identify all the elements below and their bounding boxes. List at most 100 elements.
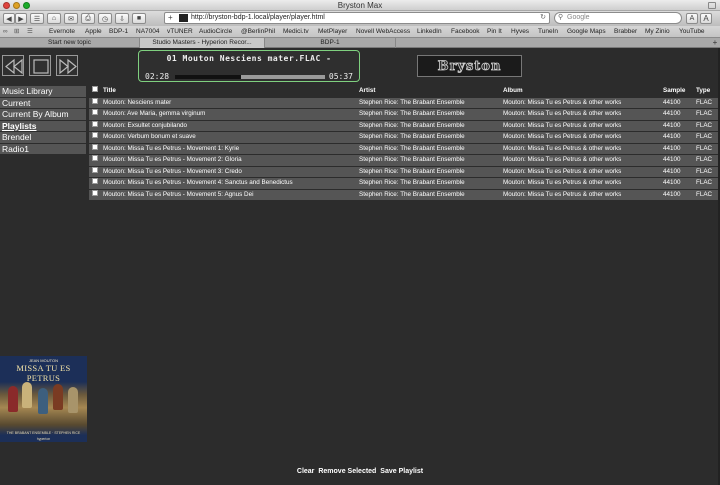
bookmark-item[interactable]: AudioCircle: [199, 26, 232, 37]
table-row[interactable]: Mouton: Exsultet conjubilando Stephen Ric…: [89, 120, 720, 132]
table-row[interactable]: Mouton: Missa Tu es Petrus - Movement 5:…: [89, 189, 720, 201]
bookmark-item[interactable]: Hyves: [511, 26, 529, 37]
track-checkbox[interactable]: [92, 178, 98, 184]
bookmark-item[interactable]: vTUNER: [167, 26, 193, 37]
forward-button[interactable]: ▶: [15, 13, 27, 24]
cell-title: Mouton: Verbum bonum et suave: [103, 133, 196, 140]
header-album[interactable]: Album: [503, 86, 658, 97]
track-checkbox[interactable]: [92, 189, 98, 196]
sidebar-bookmarks-icon[interactable]: ☰: [30, 13, 44, 24]
track-checkbox[interactable]: [92, 120, 98, 127]
header-artist[interactable]: Artist: [359, 86, 499, 97]
text-smaller-button[interactable]: A: [686, 13, 698, 24]
previous-track-button[interactable]: [2, 55, 24, 76]
table-row[interactable]: Mouton: Missa Tu es Petrus - Movement 2:…: [89, 155, 720, 167]
bookmark-item[interactable]: NA7004: [136, 26, 160, 37]
address-bar[interactable]: + http://bryston-bdp-1.local/player/play…: [164, 12, 550, 24]
bookmark-item[interactable]: Novell WebAccess: [356, 26, 410, 37]
bookmark-item[interactable]: Brabber: [614, 26, 637, 37]
tab-studio-masters[interactable]: Studio Masters - Hyperion Recor...: [140, 38, 265, 48]
track-checkbox[interactable]: [92, 109, 98, 115]
stop-button[interactable]: [29, 55, 51, 76]
fullscreen-icon[interactable]: [708, 2, 716, 9]
cell-title: Mouton: Missa Tu es Petrus - Movement 1:…: [103, 144, 240, 152]
select-all-checkbox[interactable]: [92, 86, 98, 92]
url-text[interactable]: http://bryston-bdp-1.local/player/player…: [191, 14, 325, 21]
track-checkbox[interactable]: [92, 97, 98, 104]
cell-album: Mouton: Missa Tu es Petrus & other works: [503, 179, 622, 186]
save-playlist-button[interactable]: Save Playlist: [380, 468, 423, 475]
sidebar-item-current-by-album[interactable]: Current By Album: [0, 109, 86, 121]
header-type[interactable]: Type: [696, 86, 720, 97]
cover-figure: [68, 387, 78, 413]
track-checkbox[interactable]: [92, 166, 98, 173]
bookmarks-bar: ∞ ⊞ ☰ Evernote Apple BDP-1 NA7004 vTUNER…: [0, 26, 720, 37]
mail-icon[interactable]: ✉: [64, 13, 78, 24]
new-tab-icon[interactable]: +: [710, 38, 720, 48]
cell-type: FLAC: [696, 190, 713, 198]
bookmark-item[interactable]: Apple: [85, 26, 102, 37]
table-header: Title Artist Album Sample Type: [89, 86, 720, 98]
cell-title: Mouton: Ave Maria, gemma virginum: [103, 110, 206, 117]
sidebar-item-radio1[interactable]: Radio1: [0, 143, 86, 155]
reading-list-icon[interactable]: ∞: [3, 26, 8, 37]
cell-artist: Stephen Rice: The Brabant Ensemble: [359, 167, 465, 175]
clear-button[interactable]: Clear: [297, 468, 315, 475]
bryston-logo: Bryston: [417, 55, 522, 77]
download-icon[interactable]: ⇩: [115, 13, 129, 24]
bookmark-item[interactable]: LinkedIn: [417, 26, 442, 37]
print-icon[interactable]: ⎙: [81, 13, 95, 24]
table-row[interactable]: Mouton: Missa Tu es Petrus - Movement 1:…: [89, 143, 720, 155]
table-row[interactable]: Mouton: Missa Tu es Petrus - Movement 4:…: [89, 178, 720, 190]
stop-icon: [33, 59, 49, 74]
bookmark-item[interactable]: Google Maps: [567, 26, 606, 37]
bookmark-item[interactable]: @BerlinPhil: [241, 26, 275, 37]
next-track-button[interactable]: [56, 55, 78, 76]
cell-title: Mouton: Nesciens mater: [103, 98, 172, 106]
bookmark-item[interactable]: Pin It: [487, 26, 502, 37]
bookmarks-menu-icon[interactable]: ☰: [27, 26, 33, 37]
track-checkbox[interactable]: [92, 143, 98, 150]
rewind-icon: [5, 58, 23, 75]
table-row[interactable]: Mouton: Verbum bonum et suave Stephen Ric…: [89, 132, 720, 144]
track-checkbox[interactable]: [92, 132, 98, 138]
bookmark-item[interactable]: My Zinio: [645, 26, 670, 37]
adblock-icon[interactable]: ■: [132, 13, 146, 24]
bookmark-item[interactable]: BDP-1: [109, 26, 128, 37]
progress-bar[interactable]: [175, 75, 325, 79]
cell-title: Mouton: Missa Tu es Petrus - Movement 3:…: [103, 167, 242, 175]
cell-type: FLAC: [696, 179, 713, 186]
bookmark-item[interactable]: Medici.tv: [283, 26, 309, 37]
search-input[interactable]: ⚲ Google: [554, 12, 682, 24]
bookmark-item[interactable]: TuneIn: [538, 26, 558, 37]
fast-forward-icon: [59, 58, 77, 75]
bookmark-item[interactable]: YouTube: [679, 26, 705, 37]
text-larger-button[interactable]: A: [700, 13, 712, 24]
window-titlebar: Bryston Max: [0, 0, 720, 11]
table-row[interactable]: Mouton: Nesciens mater Stephen Rice: The …: [89, 97, 720, 109]
remove-selected-button[interactable]: Remove Selected: [318, 468, 376, 475]
header-sample[interactable]: Sample: [663, 86, 693, 97]
add-bookmark-icon[interactable]: +: [168, 13, 173, 23]
back-button[interactable]: ◀: [3, 13, 15, 24]
cell-sample: 44100: [663, 190, 681, 198]
track-checkbox[interactable]: [92, 155, 98, 161]
bookmark-item[interactable]: Evernote: [49, 26, 75, 37]
bookmark-item[interactable]: MetPlayer: [318, 26, 347, 37]
bookmark-item[interactable]: Facebook: [451, 26, 480, 37]
sidebar-item-music-library[interactable]: Music Library: [0, 86, 86, 98]
history-icon[interactable]: ◷: [98, 13, 112, 24]
home-icon[interactable]: ⌂: [47, 13, 61, 24]
reload-icon[interactable]: ↻: [540, 13, 546, 23]
table-row[interactable]: Mouton: Missa Tu es Petrus - Movement 3:…: [89, 166, 720, 178]
table-row[interactable]: Mouton: Ave Maria, gemma virginum Stephen…: [89, 109, 720, 121]
cell-sample: 44100: [663, 144, 681, 152]
sidebar-item-brendel[interactable]: Brendel: [0, 132, 86, 144]
sidebar-item-playlists[interactable]: Playlists: [0, 120, 86, 132]
header-title[interactable]: Title: [103, 86, 353, 97]
sidebar-item-current[interactable]: Current: [0, 97, 86, 109]
tab-bdp-1[interactable]: BDP-1: [265, 38, 396, 48]
cell-album: Mouton: Missa Tu es Petrus & other works: [503, 156, 622, 163]
top-sites-icon[interactable]: ⊞: [14, 26, 19, 37]
tab-start-new-topic[interactable]: Start new topic: [0, 38, 140, 48]
